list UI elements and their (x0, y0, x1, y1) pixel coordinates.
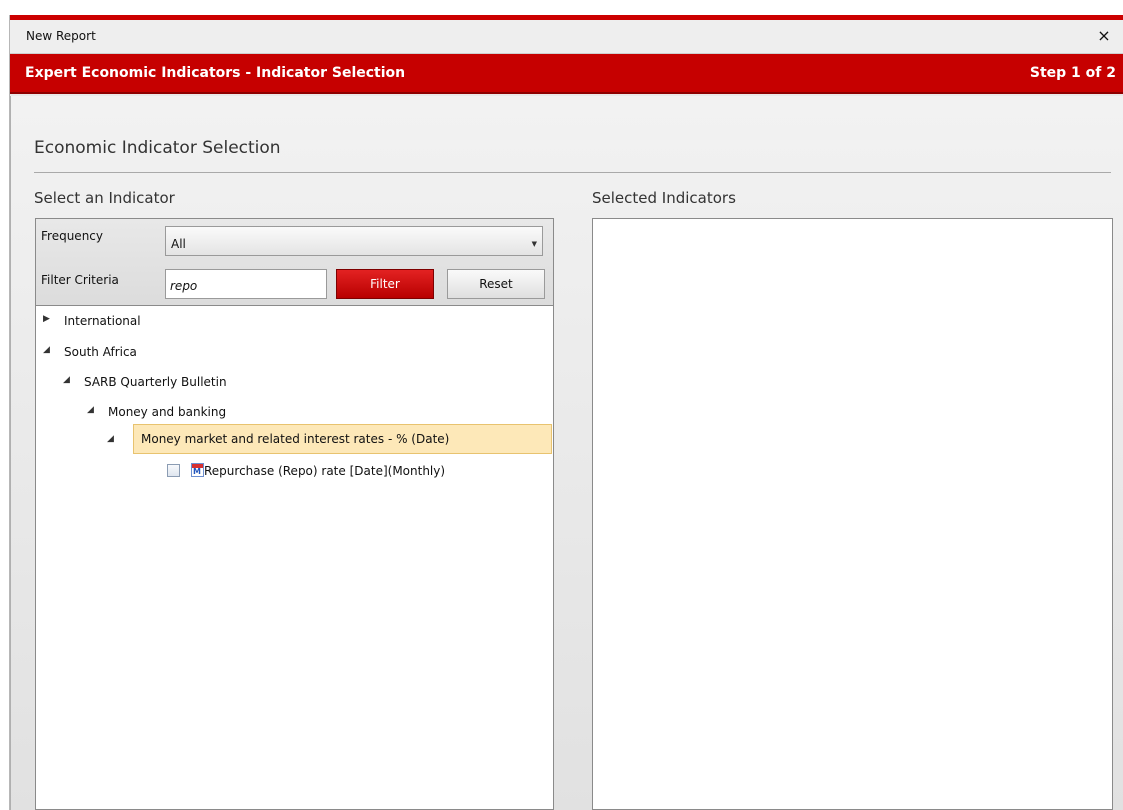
tree-node-label: Money and banking (108, 405, 227, 419)
reset-button[interactable]: Reset (447, 269, 545, 299)
selected-indicators-title: Selected Indicators (592, 189, 736, 207)
tree-node-sarb-quarterly-bulletin[interactable]: ◢ SARB Quarterly Bulletin (40, 367, 545, 397)
tree-node-label: Repurchase (Repo) rate [Date](Monthly) (204, 464, 446, 478)
tree-node-label: SARB Quarterly Bulletin (84, 375, 227, 389)
tree-node-south-africa[interactable]: ◢ South Africa (40, 337, 545, 367)
wizard-banner: Expert Economic Indicators - Indicator S… (10, 54, 1123, 94)
collapse-arrow-icon[interactable]: ◢ (107, 434, 114, 444)
report-window: New Report × Expert Economic Indicators … (9, 15, 1123, 810)
select-indicator-title: Select an Indicator (34, 189, 175, 207)
tree-node-repo-rate[interactable]: M Repurchase (Repo) rate [Date](Monthly) (40, 456, 545, 486)
filter-criteria-input[interactable]: repo (165, 269, 327, 299)
collapse-arrow-icon[interactable]: ◢ (43, 345, 50, 355)
wizard-title: Expert Economic Indicators - Indicator S… (25, 65, 406, 81)
tree-node-money-market-rates[interactable]: Money market and related interest rates … (133, 424, 552, 454)
window-title: New Report (26, 29, 96, 43)
close-button[interactable]: × (1094, 26, 1114, 46)
expand-arrow-icon[interactable]: ▶ (43, 314, 50, 324)
content-area: Economic Indicator Selection Select an I… (10, 96, 1123, 810)
filter-area: Frequency All ▼ Filter Criteria repo Fil… (36, 219, 553, 306)
step-indicator: Step 1 of 2 (1029, 65, 1116, 81)
collapse-arrow-icon[interactable]: ◢ (87, 405, 94, 415)
page-title: Economic Indicator Selection (34, 138, 281, 158)
collapse-arrow-icon[interactable]: ◢ (63, 375, 70, 385)
title-bar: New Report × (10, 20, 1123, 54)
filter-button[interactable]: Filter (336, 269, 434, 299)
frequency-select[interactable]: All ▼ (165, 226, 543, 256)
heading-divider (34, 172, 1111, 173)
chevron-down-icon: ▼ (531, 240, 537, 248)
tree-node-label: International (64, 314, 141, 328)
frequency-label: Frequency (41, 229, 103, 243)
filter-criteria-label: Filter Criteria (41, 273, 119, 287)
repo-rate-checkbox[interactable] (167, 464, 180, 477)
filter-criteria-value: repo (170, 279, 198, 293)
selected-indicators-list[interactable] (592, 218, 1113, 810)
top-accent (0, 0, 1123, 4)
indicator-browser-panel: Frequency All ▼ Filter Criteria repo Fil… (35, 218, 554, 810)
tree-node-label: South Africa (64, 345, 137, 359)
frequency-selected-value: All (171, 237, 186, 251)
tree-node-money-and-banking[interactable]: ◢ Money and banking (40, 397, 545, 427)
tree-node-label: Money market and related interest rates … (141, 432, 450, 446)
tree-node-international[interactable]: ▶ International (40, 306, 545, 336)
calendar-monthly-icon: M (191, 463, 204, 477)
